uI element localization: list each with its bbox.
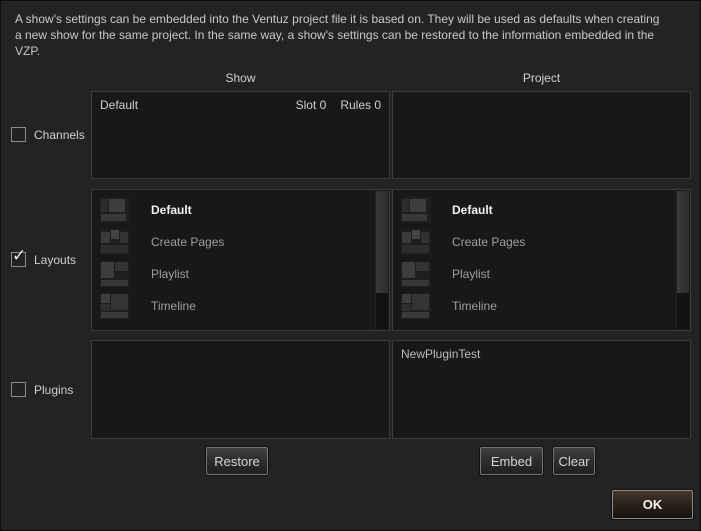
channel-name: Default [100,98,138,112]
layout-list-item[interactable]: Default [394,194,676,226]
layout-default-icon [100,197,130,223]
layout-list-item[interactable]: Timeline [93,290,375,322]
layout-name: Default [151,203,192,217]
layout-list-item[interactable]: Default [93,194,375,226]
plugins-checkbox-row[interactable]: Plugins [11,382,73,397]
layout-timeline-icon [401,293,431,319]
layout-timeline-icon [100,293,130,319]
layout-name: Default [452,203,493,217]
layout-list-item[interactable]: Create Pages [93,226,375,258]
layout-list-item[interactable]: Playlist [93,258,375,290]
layout-list-item[interactable]: Timeline [394,290,676,322]
channel-list-item[interactable]: Default Slot 0 Rules 0 [92,92,389,118]
vertical-scrollbar[interactable] [676,191,689,329]
layouts-checkbox-row[interactable]: ✓ Layouts [11,252,76,267]
layout-name: Timeline [151,299,196,313]
layouts-checkbox[interactable]: ✓ [11,252,26,267]
channels-checkbox-label[interactable]: Channels [34,128,85,142]
plugins-checkbox-label[interactable]: Plugins [34,383,73,397]
column-header-project: Project [392,71,691,85]
layout-playlist-icon [401,261,431,287]
embed-settings-dialog: A show's settings can be embedded into t… [0,0,701,531]
layout-create-pages-icon [401,229,431,255]
ok-button[interactable]: OK [612,490,693,519]
clear-button[interactable]: Clear [553,447,595,475]
layout-playlist-icon [100,261,130,287]
layouts-project-list[interactable]: Default Create Pages Playlist Timeline [392,189,691,331]
check-icon: ✓ [12,247,26,264]
scrollbar-thumb[interactable] [677,191,689,293]
layout-name: Create Pages [452,235,525,249]
dialog-description: A show's settings can be embedded into t… [15,11,695,59]
channel-rules-count: Rules 0 [340,98,381,112]
layout-create-pages-icon [100,229,130,255]
layout-list-item[interactable]: Create Pages [394,226,676,258]
layout-name: Create Pages [151,235,224,249]
channels-project-list[interactable] [392,91,691,179]
description-line: A show's settings can be embedded into t… [15,11,695,27]
channel-slot-count: Slot 0 [296,98,327,112]
description-line: a new show for the same project. In the … [15,27,695,43]
column-header-show: Show [91,71,390,85]
channels-show-list[interactable]: Default Slot 0 Rules 0 [91,91,390,179]
restore-button[interactable]: Restore [206,447,268,475]
layouts-checkbox-label[interactable]: Layouts [34,253,76,267]
vertical-scrollbar[interactable] [375,191,388,329]
channels-checkbox-row[interactable]: Channels [11,127,85,142]
layout-name: Playlist [452,267,490,281]
description-line: VZP. [15,43,695,59]
embed-button[interactable]: Embed [480,447,543,475]
layout-name: Playlist [151,267,189,281]
plugins-project-list[interactable]: NewPluginTest [392,340,691,439]
layout-list-item[interactable]: Playlist [394,258,676,290]
layouts-show-list[interactable]: Default Create Pages Playlist Timeline [91,189,390,331]
plugins-show-list[interactable] [91,340,390,439]
layout-default-icon [401,197,431,223]
plugins-checkbox[interactable] [11,382,26,397]
scrollbar-thumb[interactable] [376,191,388,293]
plugin-list-item[interactable]: NewPluginTest [393,341,690,367]
layout-name: Timeline [452,299,497,313]
channels-checkbox[interactable] [11,127,26,142]
